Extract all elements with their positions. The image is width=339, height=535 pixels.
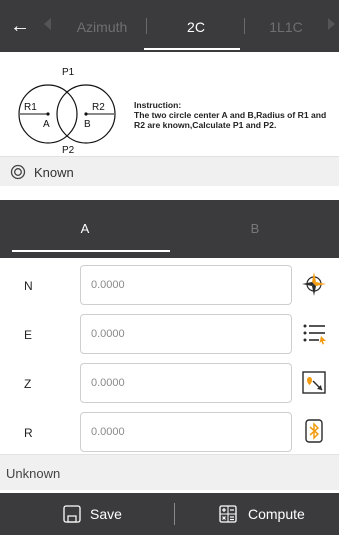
known-label: Known <box>34 165 74 180</box>
map-point-icon[interactable] <box>300 368 328 396</box>
tab-point-b[interactable]: B <box>170 200 339 258</box>
save-button[interactable]: Save <box>62 493 162 535</box>
back-button[interactable]: ← <box>6 12 34 40</box>
instruction-text: Instruction: The two circle center A and… <box>134 100 334 130</box>
r-input[interactable] <box>80 412 292 452</box>
e-input[interactable] <box>80 314 292 354</box>
compass-icon[interactable] <box>300 270 328 298</box>
unknown-section-header: Unknown <box>0 454 339 490</box>
tab-1l1c[interactable]: 1L1C <box>250 0 322 52</box>
unknown-label: Unknown <box>6 466 61 481</box>
bluetooth-icon[interactable] <box>300 417 328 445</box>
top-tab-bar: ← Azimuth 2C 1L1C <box>0 0 339 52</box>
compute-label: Compute <box>248 506 305 522</box>
field-row-e: E <box>0 313 339 363</box>
n-input[interactable] <box>80 265 292 305</box>
label-p1: P1 <box>62 67 75 78</box>
known-section-header: Known <box>0 156 339 186</box>
z-input[interactable] <box>80 363 292 403</box>
field-label-r: R <box>24 426 33 440</box>
footer-divider <box>174 503 175 525</box>
label-r1: R1 <box>24 102 37 113</box>
center-a-dot <box>46 112 50 116</box>
label-p2: P2 <box>62 145 75 154</box>
arrow-left-icon: ← <box>10 15 30 37</box>
field-row-z: Z <box>0 362 339 412</box>
save-icon <box>63 505 81 523</box>
diagram-panel: P1 P2 R1 R2 A B Instruction: The two cir… <box>0 52 339 154</box>
compute-button[interactable]: Compute <box>218 493 328 535</box>
bottom-action-bar: Save Compute <box>0 493 339 535</box>
instruction-body: The two circle center A and B,Radius of … <box>134 110 327 130</box>
list-select-icon[interactable] <box>300 319 328 347</box>
center-b-dot <box>84 112 88 116</box>
label-a: A <box>43 119 50 130</box>
tab-divider <box>146 18 147 34</box>
tab-divider <box>244 18 245 34</box>
tab-2c[interactable]: 2C <box>150 0 242 52</box>
instruction-title: Instruction: <box>134 100 182 110</box>
label-b: B <box>84 119 91 130</box>
field-label-e: E <box>24 328 33 342</box>
field-label-z: Z <box>24 377 32 391</box>
label-r2: R2 <box>92 102 105 113</box>
active-tab-indicator <box>144 48 240 50</box>
target-icon <box>10 164 26 180</box>
tab-azimuth[interactable]: Azimuth <box>56 0 148 52</box>
field-label-n: N <box>24 279 33 293</box>
scroll-left-icon[interactable] <box>44 18 51 30</box>
two-circle-diagram: P1 P2 R1 R2 A B <box>18 67 116 154</box>
calculator-icon <box>219 505 237 523</box>
field-row-n: N <box>0 264 339 314</box>
active-point-tab-indicator <box>12 250 170 252</box>
scroll-right-icon[interactable] <box>328 18 335 30</box>
save-label: Save <box>90 506 122 522</box>
